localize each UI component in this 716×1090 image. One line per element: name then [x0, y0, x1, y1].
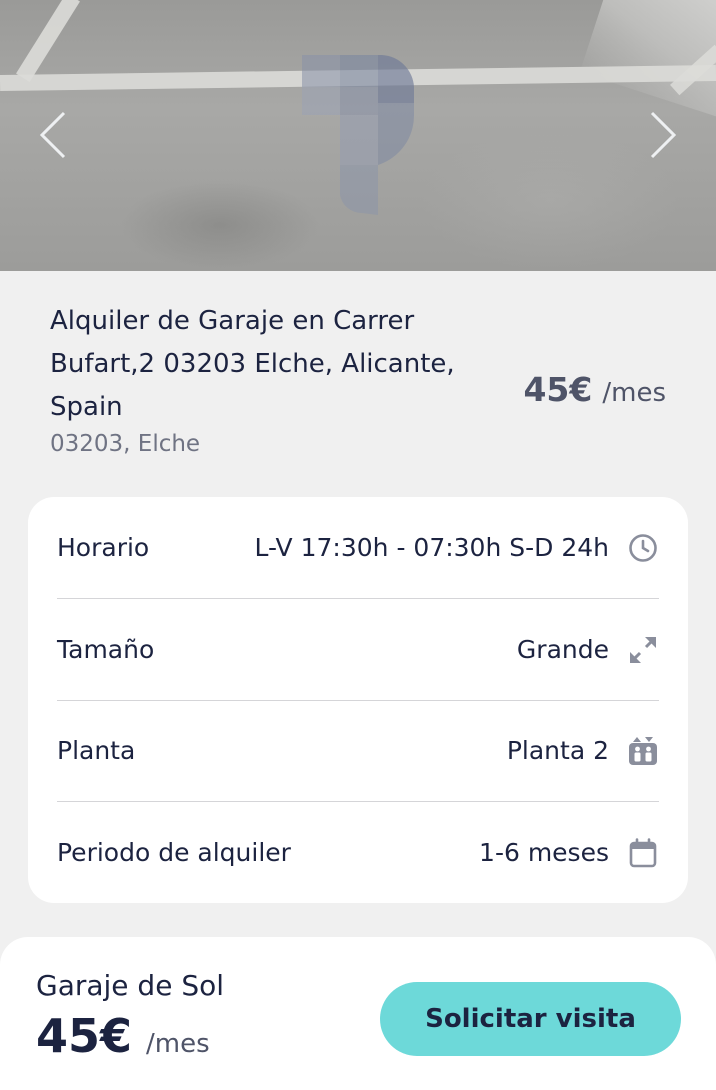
price-amount: 45€ — [523, 370, 593, 409]
garage-name: Garaje de Sol — [36, 969, 225, 1002]
listing-title: Alquiler de Garaje en Carrer Bufart,2 03… — [50, 306, 455, 422]
detail-value: L-V 17:30h - 07:30h S-D 24h — [254, 533, 609, 562]
detail-label: Planta — [57, 736, 136, 765]
detail-value: 1-6 meses — [479, 838, 609, 867]
detail-row-horario: Horario L-V 17:30h - 07:30h S-D 24h — [57, 497, 659, 598]
chevron-right-icon — [650, 111, 677, 159]
footer-price-amount: 45€ — [36, 1009, 133, 1063]
listing-location: 03203, Elche — [50, 431, 201, 457]
clock-icon — [627, 532, 659, 564]
price-unit: /mes — [602, 378, 666, 408]
elevator-icon — [627, 735, 659, 767]
listing-price: 45€ /mes — [523, 370, 666, 409]
detail-row-periodo: Periodo de alquiler 1-6 meses — [57, 802, 659, 903]
garage-photo[interactable] — [0, 0, 716, 271]
detail-value: Planta 2 — [506, 736, 609, 765]
parking-logo — [302, 55, 415, 215]
request-visit-button[interactable]: Solicitar visita — [380, 982, 681, 1056]
calendar-icon — [627, 837, 659, 869]
gallery-prev-button[interactable] — [28, 105, 78, 165]
chevron-left-icon — [39, 111, 66, 159]
detail-value: Grande — [516, 635, 609, 664]
detail-label: Tamaño — [57, 635, 155, 664]
detail-row-planta: Planta Planta 2 — [57, 700, 659, 801]
expand-arrows-icon — [627, 634, 659, 666]
detail-label: Periodo de alquiler — [57, 838, 291, 867]
footer-price-unit: /mes — [146, 1029, 210, 1059]
footer-price: 45€ /mes — [36, 1009, 210, 1063]
details-card: Horario L-V 17:30h - 07:30h S-D 24h Tama… — [28, 497, 688, 903]
gallery-next-button[interactable] — [638, 105, 688, 165]
detail-label: Horario — [57, 533, 150, 562]
parking-line — [16, 0, 80, 83]
detail-row-tamano: Tamaño Grande — [57, 599, 659, 700]
booking-bar: Garaje de Sol 45€ /mes Solicitar visita — [0, 937, 716, 1090]
